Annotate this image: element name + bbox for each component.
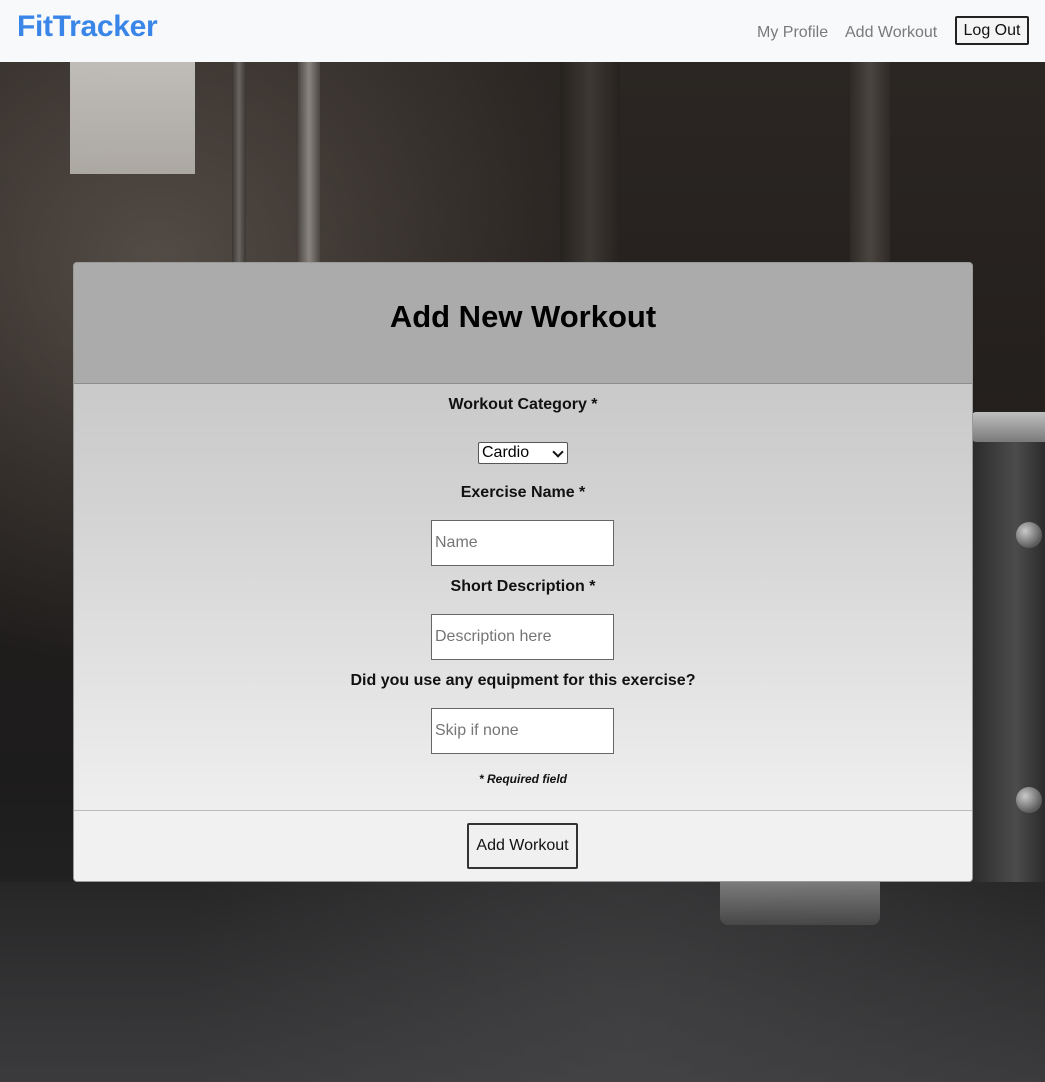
- workout-category-selected-value: Cardio: [482, 444, 530, 461]
- short-description-label: Short Description *: [450, 578, 596, 595]
- background-knob: [1016, 787, 1042, 813]
- equipment-input[interactable]: [431, 708, 614, 754]
- background-pillar: [232, 62, 246, 292]
- page-title: Add New Workout: [389, 299, 657, 334]
- card-header: Add New Workout: [74, 263, 972, 384]
- workout-category-label: Workout Category *: [448, 396, 598, 413]
- chevron-down-icon: [552, 446, 564, 458]
- background-pillar: [298, 62, 320, 262]
- nav-link-my-profile[interactable]: My Profile: [757, 24, 828, 42]
- background-floor: [0, 882, 1045, 1082]
- exercise-name-input[interactable]: [431, 520, 614, 566]
- brand-logo-link[interactable]: FitTracker: [17, 10, 158, 44]
- background-pillar: [560, 62, 620, 262]
- workout-category-select[interactable]: Cardio: [478, 442, 568, 464]
- navbar: FitTracker My Profile Add Workout Log Ou…: [0, 0, 1045, 62]
- required-field-note: * Required field: [478, 772, 567, 786]
- card-footer: Add Workout: [74, 810, 972, 881]
- background-bar: [972, 412, 1045, 442]
- short-description-input[interactable]: [431, 614, 614, 660]
- background-knob: [1016, 522, 1042, 548]
- background-pillar: [850, 62, 890, 262]
- background-window: [70, 62, 195, 174]
- exercise-name-label: Exercise Name *: [460, 484, 586, 501]
- add-workout-button[interactable]: Add Workout: [467, 823, 578, 869]
- logout-button[interactable]: Log Out: [955, 16, 1029, 45]
- add-workout-card: Add New Workout Workout Category * Cardi…: [73, 262, 973, 882]
- nav-link-add-workout[interactable]: Add Workout: [845, 24, 937, 42]
- equipment-label: Did you use any equipment for this exerc…: [350, 672, 696, 689]
